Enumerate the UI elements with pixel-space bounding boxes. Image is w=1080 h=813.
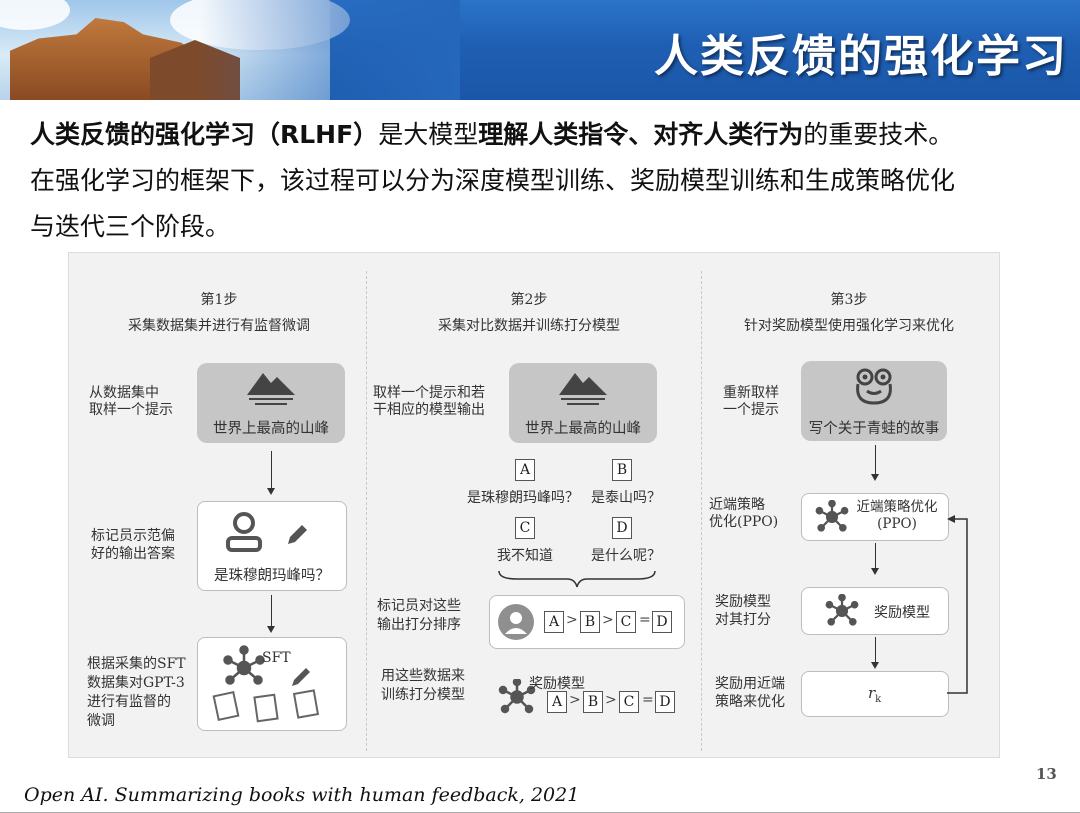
option-c-text: 我不知道	[497, 548, 553, 564]
intro-paragraph: 人类反馈的强化学习（RLHF）是大模型理解人类指令、对齐人类行为的重要技术。 在…	[30, 112, 1060, 250]
step1-finetune-label: 根据采集的SFT 数据集对GPT-3 进行有监督的 微调	[87, 656, 186, 729]
intro-text-2: 的重要技术。	[803, 120, 954, 149]
step3-reward-text: 奖励模型	[874, 605, 930, 621]
slide-title: 人类反馈的强化学习	[654, 31, 1068, 82]
step1-prompt-text: 世界上最高的山峰	[213, 421, 329, 437]
intro-line-2: 在强化学习的框架下，该过程可以分为深度模型训练、奖励模型训练和生成策略优化	[30, 166, 956, 195]
step2-ranking-card: A > B > C = D	[489, 595, 685, 649]
option-d-letter: D	[612, 517, 632, 539]
column-divider	[701, 271, 702, 751]
rank-op: >	[566, 612, 578, 628]
step1-answer-card: 是珠穆朗玛峰吗？	[197, 501, 347, 591]
curly-brace	[498, 570, 656, 588]
banner-fade	[200, 0, 460, 100]
rk-subscript: k	[875, 694, 882, 705]
step2-prompt-card: 世界上最高的山峰	[509, 363, 657, 443]
frog-icon	[856, 368, 892, 405]
mountain-icon	[247, 373, 295, 405]
step2-subtitle: 采集对比数据并训练打分模型	[438, 318, 620, 334]
neural-network-icon	[825, 594, 859, 626]
rlhf-diagram: 第1步 采集数据集并进行有监督微调 从数据集中 取样一个提示 世界上最高的山峰 …	[68, 252, 1000, 758]
rank-b: B	[583, 691, 603, 713]
option-b-letter: B	[612, 459, 632, 481]
step1-title: 第1步	[200, 292, 238, 308]
arrow-down	[267, 451, 275, 495]
rank-op: >	[602, 612, 614, 628]
pencil-icon	[292, 668, 310, 686]
step1-prompt-card: 世界上最高的山峰	[197, 363, 345, 443]
step2-prompt-text: 世界上最高的山峰	[525, 421, 641, 437]
step3-ppo-text: 近端策略优化 (PPO)	[856, 499, 938, 532]
step2-title: 第2步	[510, 292, 548, 308]
step3-rk-box: rk	[801, 671, 949, 717]
rank-op: =	[639, 612, 651, 628]
intro-line-3: 与迭代三个阶段。	[30, 212, 231, 241]
rank-d: D	[655, 691, 675, 713]
step2-sample-label: 取样一个提示和若 干相应的模型输出	[373, 385, 485, 418]
step3-update-label: 奖励用近端 策略来优化	[715, 676, 785, 710]
neural-network-icon	[815, 500, 849, 532]
arrow-down	[871, 445, 879, 481]
step3-reward-box: 奖励模型	[801, 587, 949, 635]
step3-subtitle: 针对奖励模型使用强化学习来优化	[744, 318, 954, 334]
rank-a: A	[547, 691, 567, 713]
rank-b: B	[580, 611, 600, 633]
rank-op: >	[569, 692, 581, 708]
column-divider	[366, 271, 367, 751]
person-icon	[226, 512, 262, 552]
intro-text-1: 是大模型	[378, 120, 479, 149]
option-d-text: 是什么呢？	[591, 548, 661, 564]
option-a-text: 是珠穆朗玛峰吗？	[467, 490, 579, 506]
step2-train-label: 用这些数据来 训练打分模型	[381, 668, 465, 703]
sft-label: SFT	[262, 650, 291, 666]
rank-c: C	[619, 691, 639, 713]
step3-prompt-text: 写个关于青蛙的故事	[808, 421, 940, 437]
option-c-letter: C	[515, 517, 535, 539]
pencil-icon	[288, 525, 307, 544]
rank-a: A	[544, 611, 564, 633]
arrow-down	[871, 543, 879, 575]
option-a-letter: A	[515, 459, 535, 481]
step1-subtitle: 采集数据集并进行有监督微调	[128, 318, 310, 334]
intro-bold-1: 人类反馈的强化学习（RLHF）	[30, 120, 379, 149]
feedback-loop-arrow	[947, 515, 968, 694]
option-b-text: 是泰山吗？	[591, 490, 661, 506]
rank-op: >	[605, 692, 617, 708]
header-banner: 人类反馈的强化学习	[0, 0, 1080, 100]
step1-sample-label: 从数据集中 取样一个提示	[89, 385, 173, 418]
step1-sft-card: SFT	[197, 637, 347, 731]
step1-annotator-label: 标记员示范偏 好的输出答案	[91, 528, 175, 562]
citation: Open AI. Summarizing books with human fe…	[24, 784, 580, 806]
step3-reward-label: 奖励模型 对其打分	[715, 594, 771, 628]
rank-c: C	[616, 611, 636, 633]
person-avatar-icon	[498, 604, 534, 640]
rank-op: =	[642, 692, 654, 708]
rank-d: D	[652, 611, 672, 633]
step3-resample-label: 重新取样 一个提示	[723, 385, 779, 418]
step3-title: 第3步	[830, 292, 868, 308]
step1-answer-text: 是珠穆朗玛峰吗？	[214, 568, 330, 584]
arrow-down	[871, 637, 879, 669]
rk-symbol: rk	[868, 684, 881, 705]
mountain-icon	[559, 373, 607, 405]
intro-line-1: 人类反馈的强化学习（RLHF）是大模型理解人类指令、对齐人类行为的重要技术。	[30, 112, 1060, 158]
step2-rank-label: 标记员对这些 输出打分排序	[377, 598, 461, 633]
intro-bold-2: 理解人类指令、对齐人类行为	[478, 120, 804, 149]
step3-ppo-box: 近端策略优化 (PPO)	[801, 493, 949, 541]
arrow-down	[267, 595, 275, 633]
reward-model-label: 奖励模型	[529, 676, 585, 692]
step3-ppo-label: 近端策略 优化(PPO)	[709, 497, 779, 530]
page-number: 13	[1036, 765, 1057, 783]
step3-prompt-card: 写个关于青蛙的故事	[801, 361, 947, 441]
